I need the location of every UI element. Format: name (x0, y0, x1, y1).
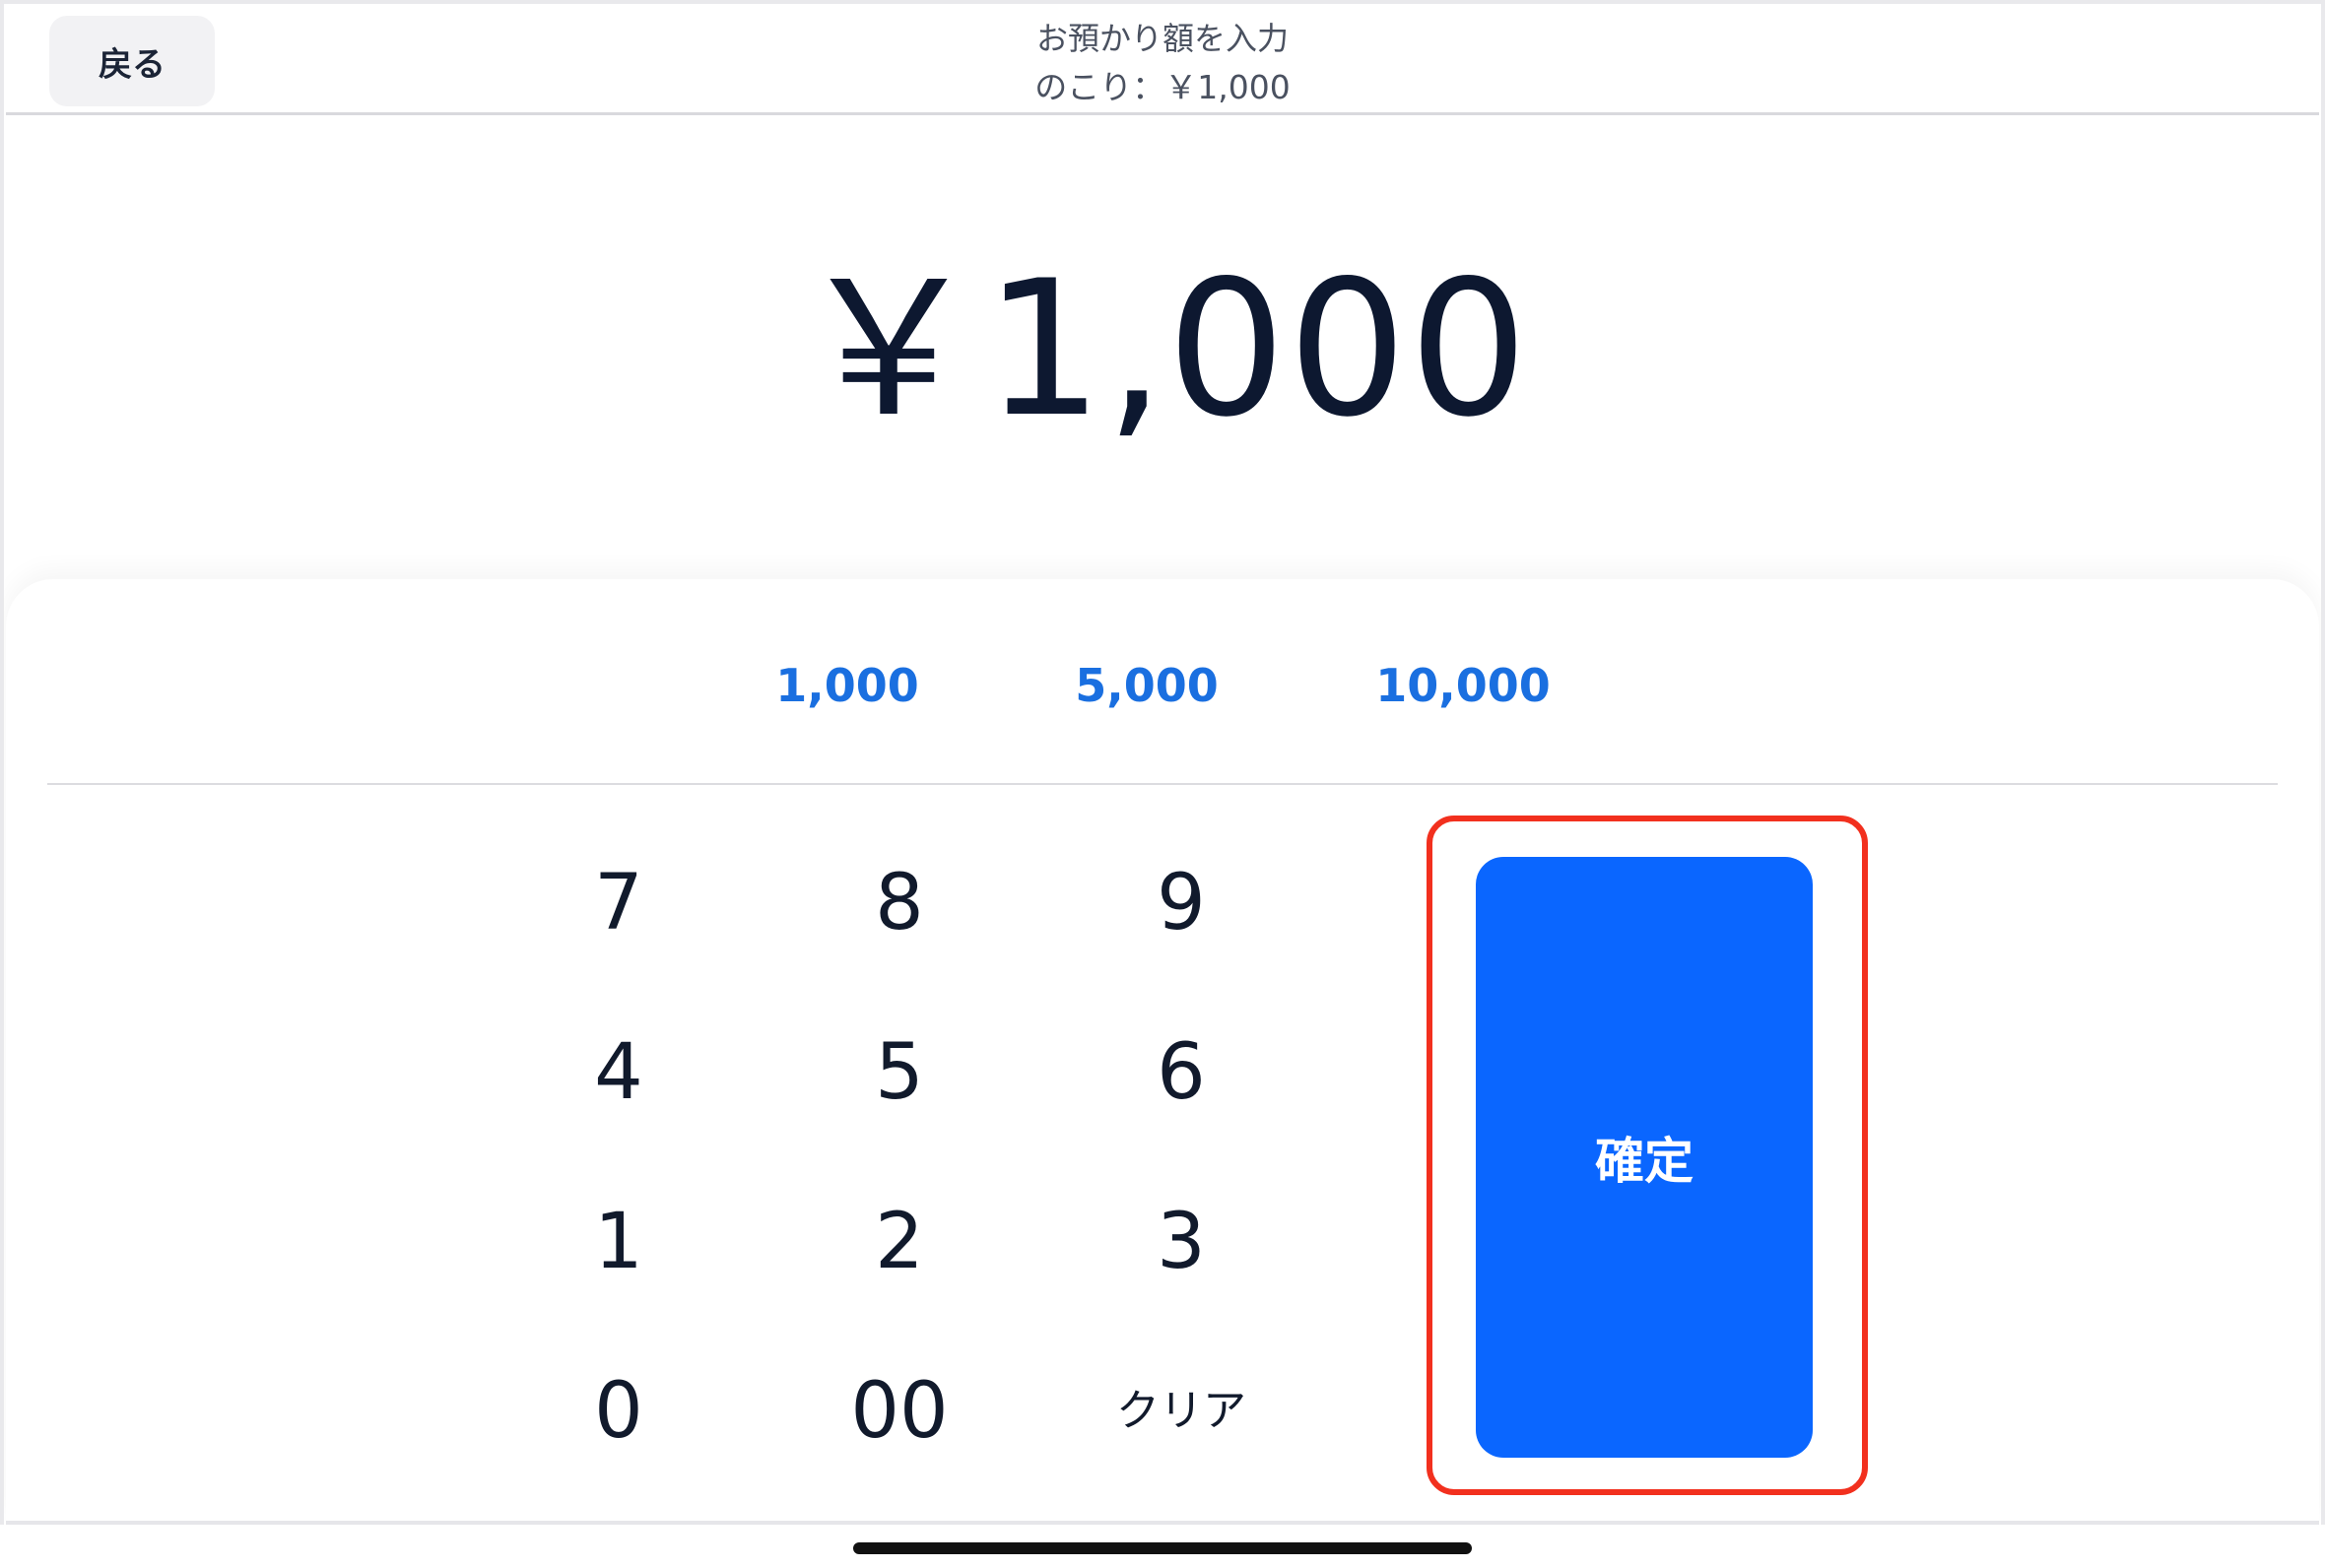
clear-button[interactable]: クリア (1073, 1341, 1290, 1479)
app-frame: 戻る お預かり額を入力 のこり：￥1,000 ￥1,000 1,000 5,00… (0, 0, 2325, 1568)
remaining-amount-label: のこり：￥1,000 (1034, 68, 1291, 106)
quick-amount-1000-button[interactable]: 1,000 (749, 650, 946, 719)
confirm-button[interactable]: 確定 (1476, 857, 1813, 1458)
bottom-divider (6, 1521, 2319, 1525)
key-5[interactable]: 5 (791, 1003, 1008, 1141)
key-8[interactable]: 8 (791, 833, 1008, 971)
key-6[interactable]: 6 (1073, 1003, 1290, 1141)
header-bar: 戻る お預かり額を入力 のこり：￥1,000 (6, 6, 2319, 115)
quick-amount-5000-button[interactable]: 5,000 (1048, 650, 1245, 719)
keypad-divider (47, 783, 2278, 785)
key-3[interactable]: 3 (1073, 1172, 1290, 1310)
key-9[interactable]: 9 (1073, 833, 1290, 971)
home-indicator (853, 1542, 1472, 1554)
key-00[interactable]: 00 (791, 1341, 1008, 1479)
entered-amount-display: ￥1,000 (795, 240, 1530, 458)
key-0[interactable]: 0 (510, 1341, 727, 1479)
key-1[interactable]: 1 (510, 1172, 727, 1310)
key-2[interactable]: 2 (791, 1172, 1008, 1310)
key-4[interactable]: 4 (510, 1003, 727, 1141)
quick-amount-10000-button[interactable]: 10,000 (1360, 650, 1566, 719)
key-7[interactable]: 7 (510, 833, 727, 971)
page-title: お預かり額を入力 (1035, 20, 1289, 57)
